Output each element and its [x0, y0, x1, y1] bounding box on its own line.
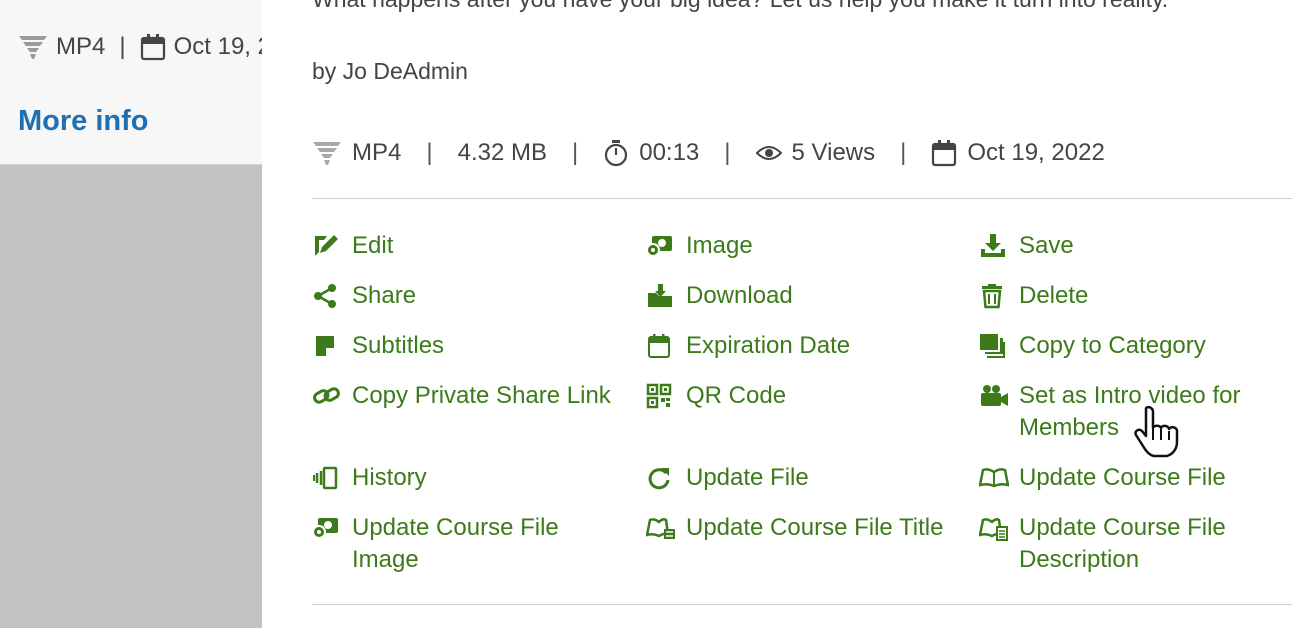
- update-course-file-image-action[interactable]: Update Course File Image: [312, 512, 559, 576]
- delete-action[interactable]: Delete: [979, 280, 1088, 312]
- action-label-line2: Description: [1019, 546, 1140, 573]
- subtitles-icon: [312, 330, 352, 362]
- update-file-action[interactable]: Update File: [646, 462, 809, 494]
- update-course-file-title-action[interactable]: Update Course File Title: [646, 512, 943, 544]
- save-action[interactable]: Save: [979, 230, 1074, 262]
- history-icon: [312, 462, 352, 494]
- action-label-line2: Image: [352, 546, 419, 573]
- set-intro-video-action[interactable]: Set as Intro video for Members: [979, 380, 1240, 444]
- share-icon: [312, 280, 352, 312]
- qr-code-action[interactable]: QR Code: [646, 380, 786, 412]
- history-action[interactable]: History: [312, 462, 427, 494]
- image-icon: [312, 512, 352, 544]
- sidebar-video-card: MP4 | Oct 19, 2022 More info: [0, 0, 262, 165]
- qr-code-icon: [646, 380, 686, 412]
- edit-icon: [312, 230, 352, 262]
- trash-icon: [979, 280, 1019, 312]
- edit-action[interactable]: Edit: [312, 230, 393, 262]
- refresh-icon: [646, 462, 686, 494]
- download-action[interactable]: Download: [646, 280, 793, 312]
- image-icon: [646, 230, 686, 262]
- calendar-icon: [646, 330, 686, 362]
- save-icon: [979, 230, 1019, 262]
- update-course-file-description-action[interactable]: Update Course File Description: [979, 512, 1226, 576]
- action-label-line2: Members: [1019, 414, 1120, 441]
- calendar-icon: [140, 33, 166, 61]
- hand-pointer-icon: [1134, 405, 1179, 458]
- expiration-date-action[interactable]: Expiration Date: [646, 330, 850, 362]
- link-icon: [312, 380, 352, 412]
- share-action[interactable]: Share: [312, 280, 416, 312]
- copy-private-share-link-action[interactable]: Copy Private Share Link: [312, 380, 611, 412]
- image-action[interactable]: Image: [646, 230, 753, 262]
- action-grid: Edit Image Save Share Download Delete Su…: [312, 0, 1292, 628]
- separator: |: [119, 33, 126, 60]
- book-description-icon: [979, 512, 1019, 544]
- video-details: What happens after you have your big ide…: [312, 0, 1292, 628]
- copy-icon: [979, 330, 1019, 362]
- video-format-icon: [18, 33, 48, 61]
- subtitles-action[interactable]: Subtitles: [312, 330, 444, 362]
- sidebar-format: MP4: [56, 33, 106, 60]
- copy-to-category-action[interactable]: Copy to Category: [979, 330, 1206, 362]
- video-camera-icon: [979, 380, 1019, 412]
- action-label-line1: Update Course File: [352, 514, 559, 541]
- divider: [312, 604, 1292, 605]
- action-label-line1: Set as Intro video for: [1019, 382, 1241, 409]
- update-course-file-action[interactable]: Update Course File: [979, 462, 1226, 494]
- sidebar-meta: MP4 | Oct 19, 2022: [18, 33, 262, 61]
- more-info-link[interactable]: More info: [18, 105, 149, 138]
- book-icon: [979, 462, 1019, 494]
- sidebar-date: Oct 19, 2022: [173, 33, 262, 60]
- sidebar-panel: MP4 | Oct 19, 2022 More info: [0, 0, 262, 628]
- download-icon: [646, 280, 686, 312]
- action-label-line1: Update Course File: [1019, 514, 1226, 541]
- book-title-icon: [646, 512, 686, 544]
